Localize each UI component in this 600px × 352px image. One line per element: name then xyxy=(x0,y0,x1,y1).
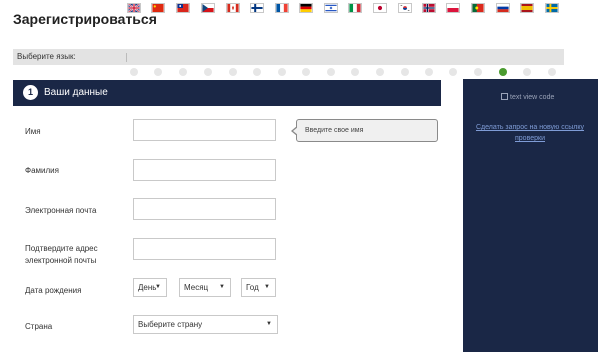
birth-day-value: День xyxy=(138,283,157,292)
first-name-tooltip: Введите свое имя xyxy=(291,119,438,142)
flag-italy-icon[interactable] xyxy=(348,3,362,13)
step-number-badge: 1 xyxy=(23,85,38,100)
flag-japan-icon[interactable] xyxy=(373,3,387,13)
flag-uk-icon[interactable] xyxy=(127,3,141,13)
step-title: Ваши данные xyxy=(44,87,108,98)
flag-france-icon[interactable] xyxy=(275,3,289,13)
language-radio-portugal[interactable] xyxy=(474,68,482,76)
broken-image-alt: text view code xyxy=(510,94,555,101)
language-radio-germany[interactable] xyxy=(302,68,310,76)
email-label: Электронная почта xyxy=(25,206,97,215)
first-name-label: Имя xyxy=(25,127,41,136)
birth-month-value: Месяц xyxy=(184,283,209,292)
broken-image-icon xyxy=(501,93,508,100)
first-name-input[interactable] xyxy=(133,119,276,141)
country-label: Страна xyxy=(25,322,53,331)
country-select[interactable]: Выберите страну ▼ xyxy=(133,315,278,334)
language-radio-sweden[interactable] xyxy=(548,68,556,76)
flag-canada-icon[interactable] xyxy=(226,3,240,13)
email-confirm-label-line1: Подтвердите адрес xyxy=(25,244,98,253)
language-radio-poland[interactable] xyxy=(449,68,457,76)
flag-china-icon[interactable] xyxy=(151,3,165,13)
flag-israel-icon[interactable] xyxy=(324,3,338,13)
chevron-down-icon: ▼ xyxy=(155,284,161,290)
flag-russia-icon[interactable] xyxy=(496,3,510,13)
chevron-down-icon: ▼ xyxy=(266,321,272,327)
language-radio-italy[interactable] xyxy=(351,68,359,76)
email-confirm-label-line2: электронной почты xyxy=(25,256,97,265)
page-title: Зарегистрироваться xyxy=(13,11,157,27)
new-verification-link[interactable]: Сделать запрос на новую ссылку проверки xyxy=(471,122,589,144)
birth-day-select[interactable]: День ▼ xyxy=(133,278,167,297)
flag-spain-icon[interactable] xyxy=(520,3,534,13)
tooltip-text: Введите свое имя xyxy=(305,127,364,134)
side-panel: text view code Сделать запрос на новую с… xyxy=(463,79,598,352)
tooltip-arrow-inner xyxy=(293,127,298,135)
birth-month-select[interactable]: Месяц ▼ xyxy=(179,278,231,297)
email-confirm-label: Подтвердите адрес электронной почты xyxy=(25,243,98,267)
flag-norway-icon[interactable] xyxy=(422,3,436,13)
language-radio-japan[interactable] xyxy=(376,68,384,76)
birth-year-select[interactable]: Год ▼ xyxy=(241,278,276,297)
flag-portugal-icon[interactable] xyxy=(471,3,485,13)
flag-finland-icon[interactable] xyxy=(250,3,264,13)
step-header: 1 Ваши данные xyxy=(13,80,441,106)
language-radio-taiwan[interactable] xyxy=(179,68,187,76)
language-radio-china[interactable] xyxy=(154,68,162,76)
last-name-input[interactable] xyxy=(133,159,276,181)
language-radio-uk[interactable] xyxy=(130,68,138,76)
language-divider xyxy=(126,53,127,62)
flag-taiwan-icon[interactable] xyxy=(176,3,190,13)
flag-sweden-icon[interactable] xyxy=(545,3,559,13)
flag-germany-icon[interactable] xyxy=(299,3,313,13)
language-label: Выберите язык: xyxy=(17,52,76,61)
language-bar: Выберите язык: xyxy=(13,49,564,65)
chevron-down-icon: ▼ xyxy=(219,284,225,290)
broken-image: text view code xyxy=(501,93,554,101)
language-radio-finland[interactable] xyxy=(253,68,261,76)
last-name-label: Фамилия xyxy=(25,166,59,175)
email-input[interactable] xyxy=(133,198,276,220)
side-link-line2[interactable]: проверки xyxy=(515,135,545,142)
flag-korea-icon[interactable] xyxy=(398,3,412,13)
language-radio-korea[interactable] xyxy=(401,68,409,76)
language-radio-russia-selected[interactable] xyxy=(499,68,507,76)
language-radio-israel[interactable] xyxy=(327,68,335,76)
language-radio-canada[interactable] xyxy=(229,68,237,76)
birth-date-label: Дата рождения xyxy=(25,286,82,295)
language-radio-france[interactable] xyxy=(278,68,286,76)
flag-poland-icon[interactable] xyxy=(446,3,460,13)
email-confirm-input[interactable] xyxy=(133,238,276,260)
country-value: Выберите страну xyxy=(138,320,203,329)
flag-czech-icon[interactable] xyxy=(201,3,215,13)
language-radio-czech[interactable] xyxy=(204,68,212,76)
birth-year-value: Год xyxy=(246,283,259,292)
chevron-down-icon: ▼ xyxy=(264,284,270,290)
language-radio-norway[interactable] xyxy=(425,68,433,76)
language-radio-spain[interactable] xyxy=(523,68,531,76)
side-link-line1[interactable]: Сделать запрос на новую ссылку xyxy=(476,124,584,131)
